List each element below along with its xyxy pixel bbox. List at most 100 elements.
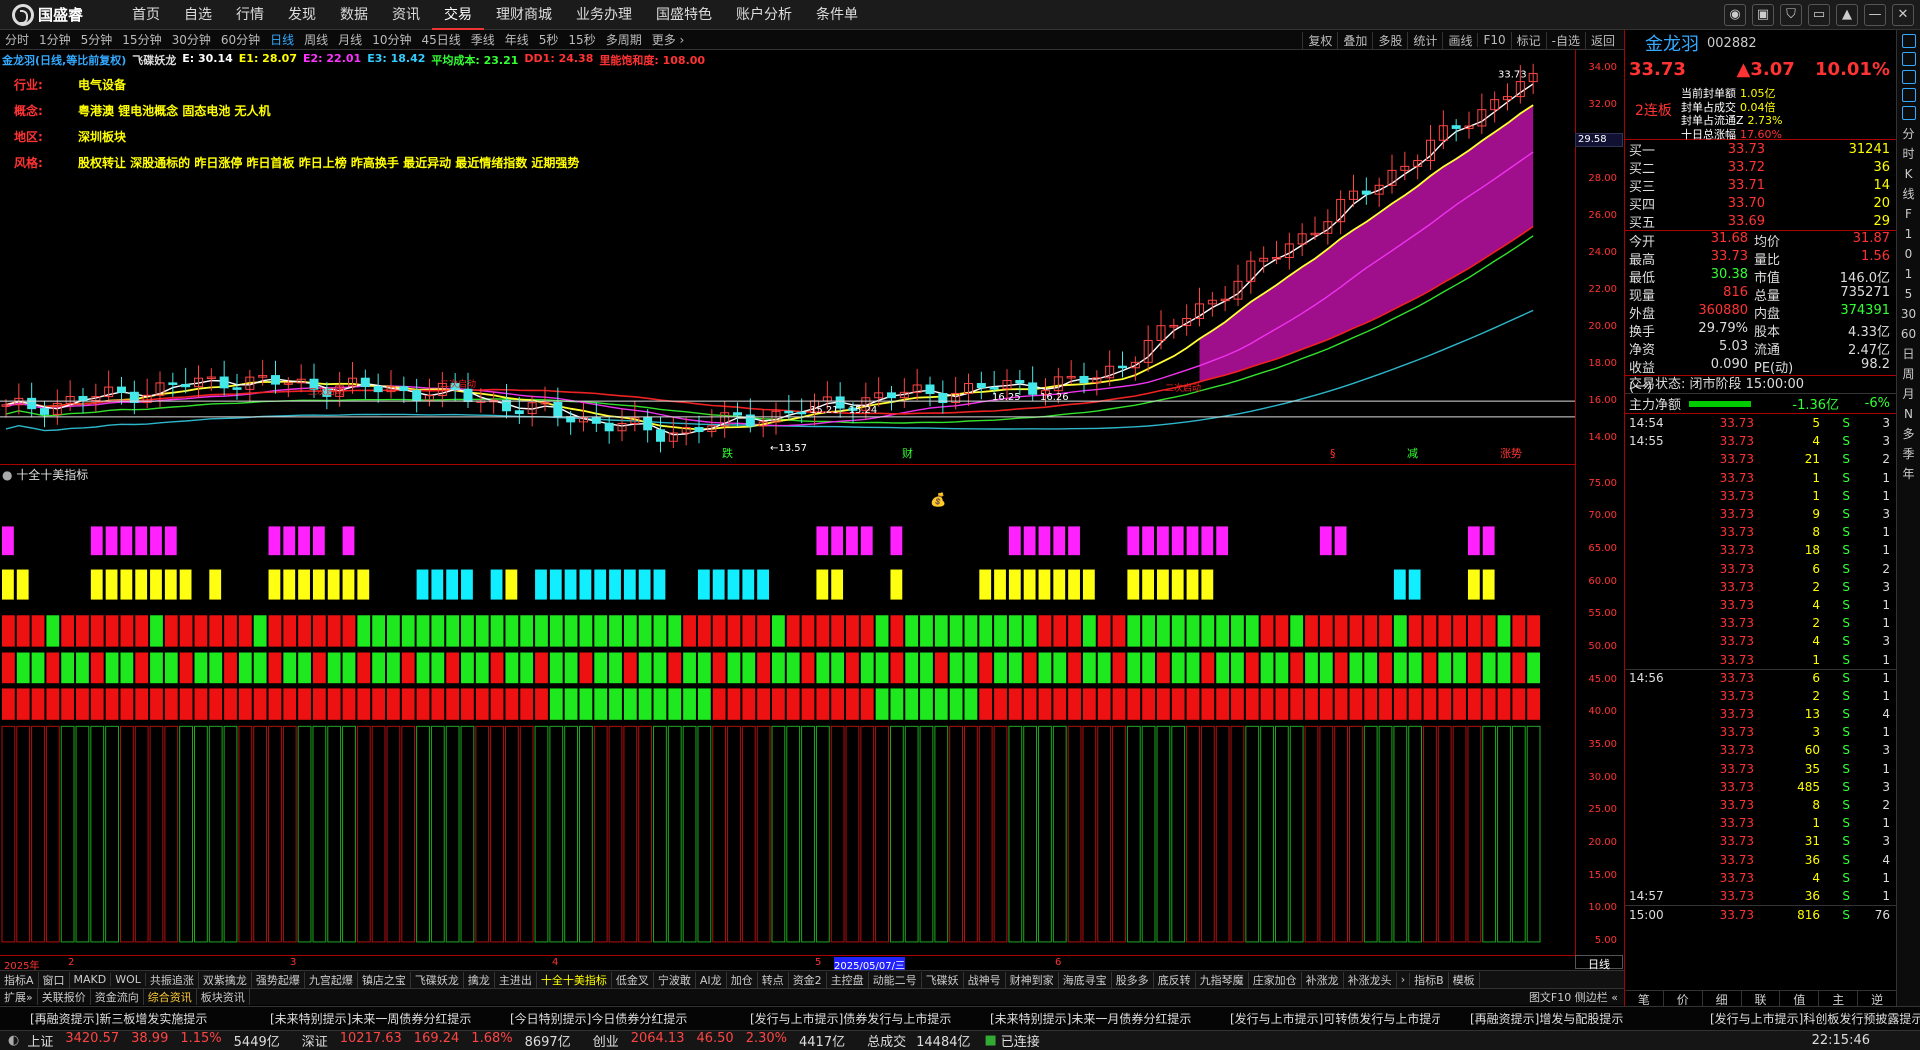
period-16[interactable]: 更多 › [647, 31, 690, 48]
side-item-10[interactable]: 60 [1897, 324, 1920, 344]
indicator-tab-13[interactable]: 低金叉 [612, 971, 654, 988]
quote-tab-0[interactable]: 笔 [1625, 991, 1664, 1007]
news-item[interactable]: [未来特别提示]未来一周债券分红提示 [240, 1010, 480, 1027]
indicator-tab-32[interactable]: 指标B [1410, 971, 1449, 988]
window-control-6[interactable]: ✕ [1892, 4, 1914, 26]
info-tab-3[interactable]: 综合资讯 [144, 989, 197, 1005]
period-10[interactable]: 45日线 [416, 31, 465, 48]
indicator-tab-6[interactable]: 强势起爆 [252, 971, 305, 988]
quote-tab-4[interactable]: 值 [1780, 991, 1820, 1007]
period-5[interactable]: 60分钟 [216, 31, 265, 48]
indicator-tab-20[interactable]: 动能二号 [869, 971, 922, 988]
indicator-tab-22[interactable]: 战神号 [964, 971, 1006, 988]
side-item-2[interactable]: K [1897, 164, 1920, 184]
side-item-4[interactable]: F [1897, 204, 1920, 224]
menu-item-2[interactable]: 行情 [224, 0, 276, 30]
window-control-2[interactable]: ⛉ [1780, 4, 1802, 26]
side-item-9[interactable]: 30 [1897, 304, 1920, 324]
side-tool-icon[interactable] [1901, 34, 1916, 48]
window-control-0[interactable]: ◉ [1724, 4, 1746, 26]
tool-0[interactable]: 复权 [1302, 31, 1337, 49]
indicator-tab-29[interactable]: 补涨龙 [1302, 971, 1344, 988]
side-item-5[interactable]: 1 [1897, 224, 1920, 244]
tool-5[interactable]: F10 [1477, 33, 1510, 47]
period-13[interactable]: 5秒 [534, 31, 564, 48]
side-item-1[interactable]: 时 [1897, 144, 1920, 164]
side-item-15[interactable]: 多 [1897, 424, 1920, 444]
period-15[interactable]: 多周期 [601, 31, 647, 48]
indicator-tab-26[interactable]: 底反转 [1154, 971, 1196, 988]
tool-3[interactable]: 统计 [1407, 31, 1442, 49]
side-item-12[interactable]: 周 [1897, 364, 1920, 384]
tool-4[interactable]: 画线 [1442, 31, 1477, 49]
orderbook-row[interactable]: 买五 33.69 29 [1625, 212, 1896, 231]
info-tab-4[interactable]: 板块资讯 [197, 989, 250, 1005]
indicator-tab-12[interactable]: 十全十美指标 [537, 971, 612, 988]
period-label[interactable]: 日线 [1575, 955, 1623, 971]
info-tab-2[interactable]: 资金流向 [91, 989, 144, 1005]
side-item-7[interactable]: 1 [1897, 264, 1920, 284]
menu-item-10[interactable]: 账户分析 [724, 0, 804, 30]
menu-item-3[interactable]: 发现 [276, 0, 328, 30]
indicator-tab-8[interactable]: 镇店之宝 [358, 971, 411, 988]
tick-list[interactable]: 14:54 33.73 5 S 3 14:55 33.73 4 S 3 33.73 21 S 2 33.73… [1625, 414, 1896, 922]
indicator-tab-0[interactable]: 指标A [0, 971, 39, 988]
indicator-tab-9[interactable]: 飞碟妖龙 [411, 971, 464, 988]
period-7[interactable]: 周线 [299, 31, 333, 48]
side-item-16[interactable]: 季 [1897, 444, 1920, 464]
indicator-tab-31[interactable]: › [1397, 973, 1411, 986]
quote-tab-2[interactable]: 细 [1703, 991, 1742, 1007]
indicator-tab-27[interactable]: 九指琴魔 [1196, 971, 1249, 988]
indicator-tab-5[interactable]: 双紫擒龙 [199, 971, 252, 988]
indicator-tab-23[interactable]: 财神到家 [1006, 971, 1059, 988]
period-11[interactable]: 季线 [466, 31, 500, 48]
indicator-tab-19[interactable]: 主控盘 [827, 971, 869, 988]
quote-tab-6[interactable]: 逆 [1858, 991, 1898, 1007]
tool-7[interactable]: -自选 [1545, 31, 1585, 49]
quote-tab-1[interactable]: 价 [1664, 991, 1703, 1007]
indicator-tab-2[interactable]: MAKD [70, 973, 112, 986]
period-12[interactable]: 年线 [500, 31, 534, 48]
news-item[interactable]: [发行与上市提示]可转债发行与上市提示 [1200, 1010, 1440, 1027]
menu-item-6[interactable]: 交易 [432, 0, 484, 30]
indicator-tab-11[interactable]: 主进出 [495, 971, 537, 988]
side-item-13[interactable]: 月 [1897, 384, 1920, 404]
indicator-tab-33[interactable]: 模板 [1449, 971, 1480, 988]
menu-item-5[interactable]: 资讯 [380, 0, 432, 30]
period-0[interactable]: 分时 [0, 31, 34, 48]
orderbook-row[interactable]: 买一 33.73 31241 [1625, 140, 1896, 159]
quote-tab-5[interactable]: 主 [1819, 991, 1859, 1007]
orderbook-row[interactable]: 买二 33.72 36 [1625, 158, 1896, 177]
news-item[interactable]: [未来特别提示]未来一月债券分红提示 [960, 1010, 1200, 1027]
side-tool-icon[interactable] [1901, 70, 1916, 84]
indicator-tab-18[interactable]: 资金2 [789, 971, 827, 988]
indicator-tab-17[interactable]: 转点 [758, 971, 789, 988]
period-8[interactable]: 月线 [333, 31, 367, 48]
info-tab-1[interactable]: 关联报价 [38, 989, 91, 1005]
side-tool-icon[interactable] [1901, 106, 1916, 120]
menu-item-4[interactable]: 数据 [328, 0, 380, 30]
indicator-tab-4[interactable]: 共振追涨 [146, 971, 199, 988]
menu-item-9[interactable]: 国盛特色 [644, 0, 724, 30]
period-9[interactable]: 10分钟 [367, 31, 416, 48]
window-control-4[interactable]: ▲ [1836, 4, 1858, 26]
news-item[interactable]: [发行与上市提示]债券发行与上市提示 [720, 1010, 960, 1027]
indicator-chart[interactable]: 💰 [0, 465, 1575, 955]
f10-sidebar-toggle[interactable]: 图文F10 侧边栏 « [1529, 989, 1618, 1006]
tool-1[interactable]: 叠加 [1337, 31, 1372, 49]
info-tab-0[interactable]: 扩展» [0, 989, 38, 1005]
indicator-tab-16[interactable]: 加仓 [727, 971, 758, 988]
tool-8[interactable]: 返回 [1584, 31, 1620, 49]
side-item-0[interactable]: 分 [1897, 124, 1920, 144]
tool-2[interactable]: 多股 [1372, 31, 1407, 49]
indicator-tab-10[interactable]: 擒龙 [464, 971, 495, 988]
indicator-tab-25[interactable]: 股多多 [1112, 971, 1154, 988]
side-tool-icon[interactable] [1901, 88, 1916, 102]
indicator-tab-24[interactable]: 海底寻宝 [1059, 971, 1112, 988]
period-1[interactable]: 1分钟 [34, 31, 76, 48]
period-2[interactable]: 5分钟 [76, 31, 118, 48]
menu-item-0[interactable]: 首页 [120, 0, 172, 30]
window-control-3[interactable]: ▭ [1808, 4, 1830, 26]
news-item[interactable]: [今日特别提示]今日债券分红提示 [480, 1010, 720, 1027]
side-item-3[interactable]: 线 [1897, 184, 1920, 204]
